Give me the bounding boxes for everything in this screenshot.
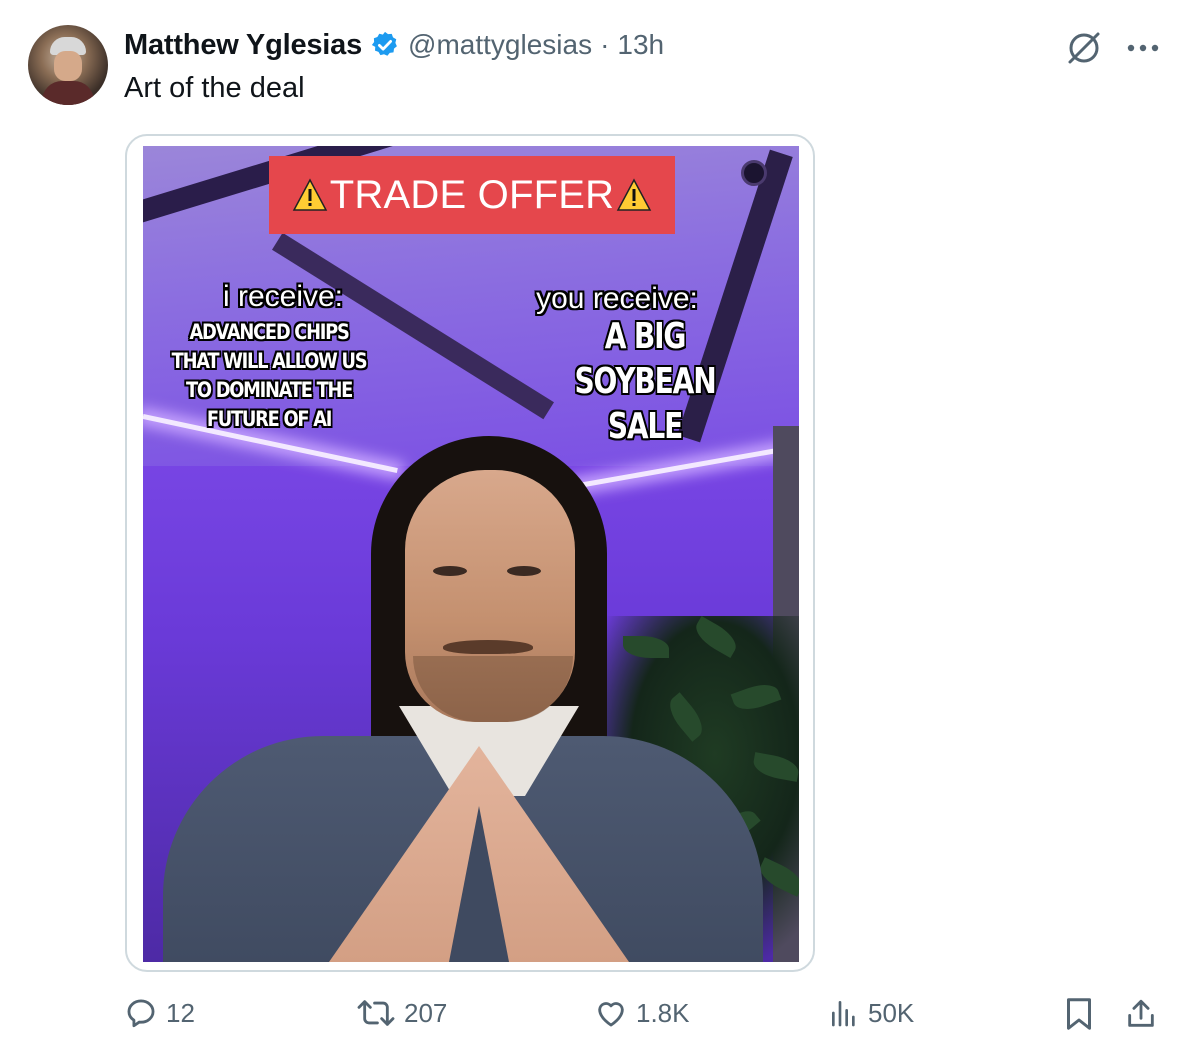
repost-button[interactable]: 207 [356, 996, 447, 1030]
warning-icon [616, 178, 652, 211]
views-icon [832, 1001, 855, 1027]
banner-text: TRADE OFFER [329, 172, 615, 217]
ceiling-lamp [741, 160, 767, 186]
share-button[interactable] [1124, 996, 1158, 1032]
avatar-body [42, 81, 94, 105]
verified-badge-icon [371, 31, 397, 56]
separator-dot: · [600, 29, 610, 60]
tweet-top-actions [1064, 28, 1160, 68]
reply-count: 12 [166, 997, 195, 1028]
reply-button[interactable]: 12 [124, 996, 195, 1030]
author-name[interactable]: Matthew Yglesias [124, 29, 362, 62]
avatar-face [54, 51, 82, 81]
repost-count: 207 [404, 997, 448, 1028]
reply-icon [127, 999, 155, 1028]
more-icon[interactable] [1126, 42, 1160, 54]
tweet-actions: 12 207 1.8K 50K [0, 996, 1190, 1040]
bookmark-icon [1067, 998, 1091, 1030]
person-eye [433, 566, 467, 576]
i-receive-text: ADVANCED CHIPS THAT WILL ALLOW US TO DOM… [171, 320, 368, 431]
views-button[interactable]: 50K [828, 996, 914, 1030]
views-count: 50K [868, 997, 915, 1028]
tweet-time[interactable]: 13h [617, 29, 664, 61]
warning-icon [292, 178, 328, 211]
person-mustache [443, 640, 533, 654]
you-receive-text: A BIG SOYBEAN SALE [574, 316, 716, 447]
tweet-text: Art of the deal [124, 72, 305, 104]
bookmark-button[interactable] [1064, 996, 1094, 1032]
like-button[interactable]: 1.8K [594, 996, 690, 1030]
share-icon [1128, 999, 1154, 1027]
like-count: 1.8K [636, 997, 690, 1028]
you-receive-label: you receive: [536, 282, 698, 315]
i-receive-label: i receive: [222, 280, 344, 313]
grok-icon[interactable] [1064, 28, 1104, 68]
like-icon [598, 1002, 624, 1027]
person-eye [507, 566, 541, 576]
author-handle[interactable]: @mattyglesias [408, 29, 592, 61]
meme-image: TRADE OFFER i receive: ADVANCED CHIPS TH… [143, 146, 799, 962]
tweet-media[interactable]: TRADE OFFER i receive: ADVANCED CHIPS TH… [125, 134, 815, 972]
repost-icon [357, 1000, 395, 1026]
tweet-header: Matthew Yglesias @mattyglesias · 13h [124, 27, 664, 63]
author-avatar[interactable] [28, 25, 108, 105]
trade-offer-banner: TRADE OFFER [269, 156, 675, 234]
